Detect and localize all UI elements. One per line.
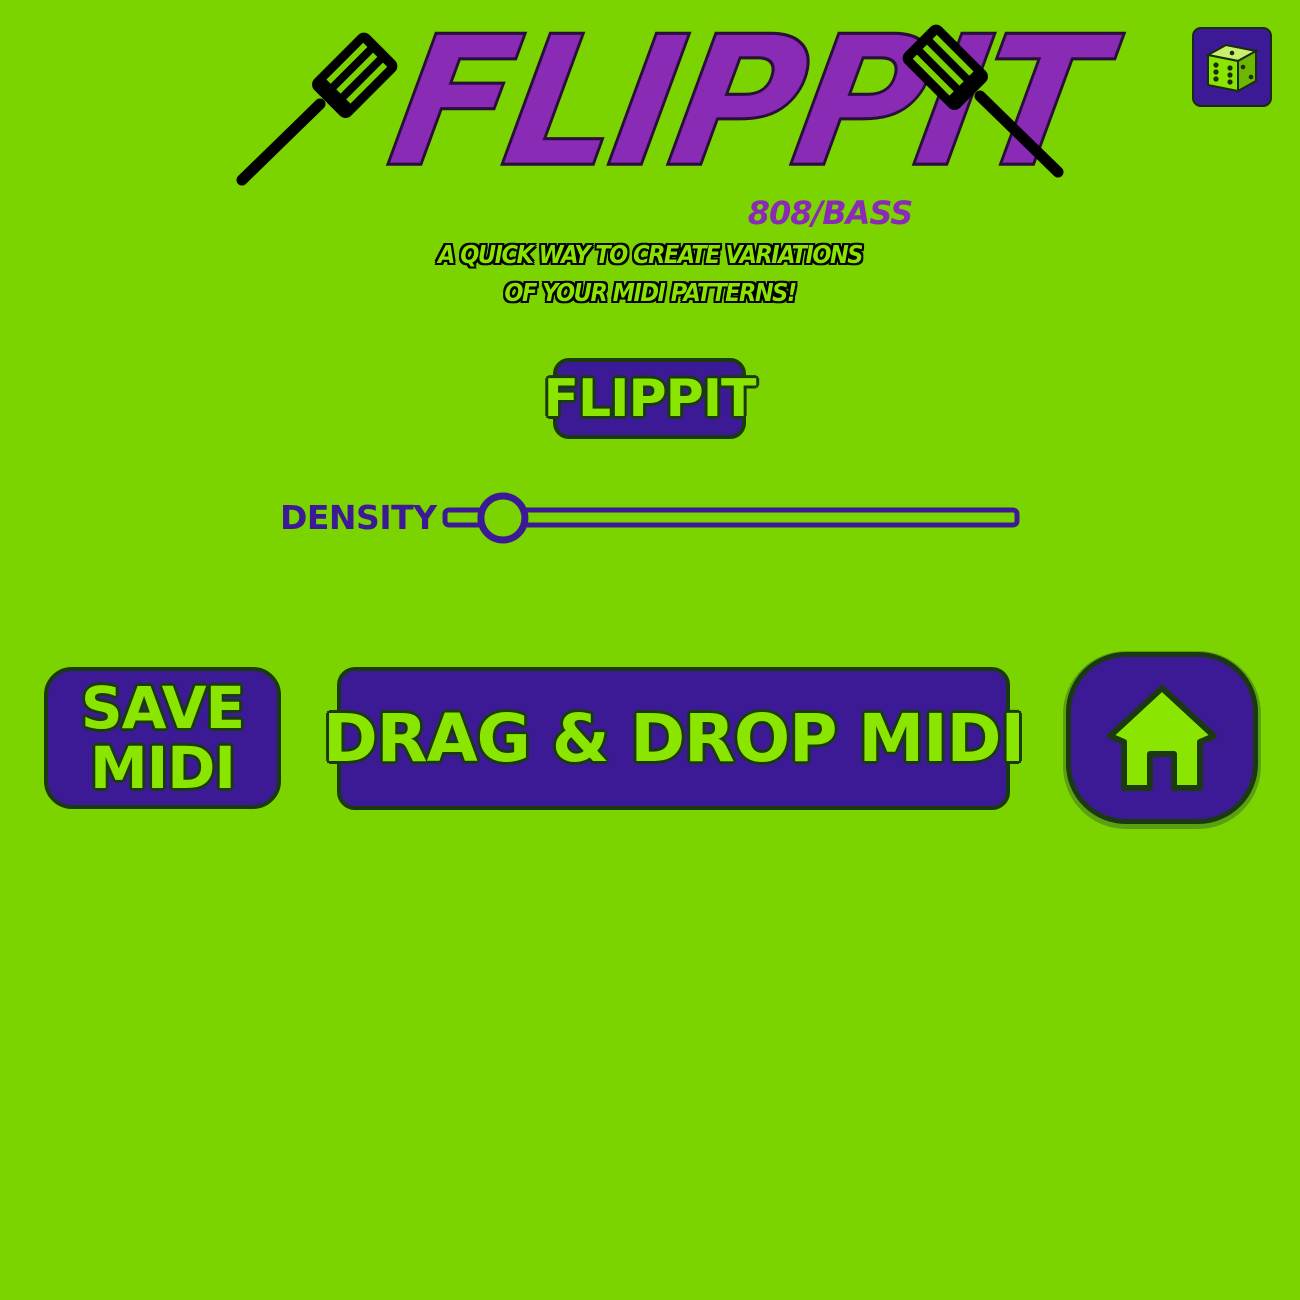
app-title: FLIPPIT (375, 0, 1114, 209)
tagline-line-1: A QUICK WAY TO CREATE VARIATIONS (438, 240, 864, 269)
flippit-button-label: FLIPPIT (543, 368, 756, 429)
drag-drop-midi-button[interactable]: DRAG & DROP MIDI (323, 667, 1025, 810)
density-label: DENSITY (280, 498, 437, 537)
drag-drop-midi-label: DRAG & DROP MIDI (323, 700, 1025, 777)
subtitle: 808/BASS (747, 194, 914, 232)
home-icon (1107, 685, 1217, 791)
save-midi-label-line-1: SAVE (80, 674, 245, 742)
randomize-button[interactable] (1192, 27, 1272, 107)
save-midi-button[interactable]: SAVE MIDI (44, 667, 281, 809)
spatula-icon (902, 24, 1064, 178)
flippit-button[interactable]: FLIPPIT (543, 358, 757, 439)
density-slider-thumb (477, 492, 529, 544)
dice-icon (1205, 43, 1259, 93)
tagline-line-2: OF YOUR MIDI PATTERNS! (504, 278, 797, 307)
density-slider[interactable] (440, 488, 1025, 550)
spatula-icon (236, 32, 398, 186)
home-button[interactable] (1066, 652, 1258, 824)
save-midi-label-line-2: MIDI (89, 734, 236, 802)
density-slider-track (442, 507, 1020, 528)
